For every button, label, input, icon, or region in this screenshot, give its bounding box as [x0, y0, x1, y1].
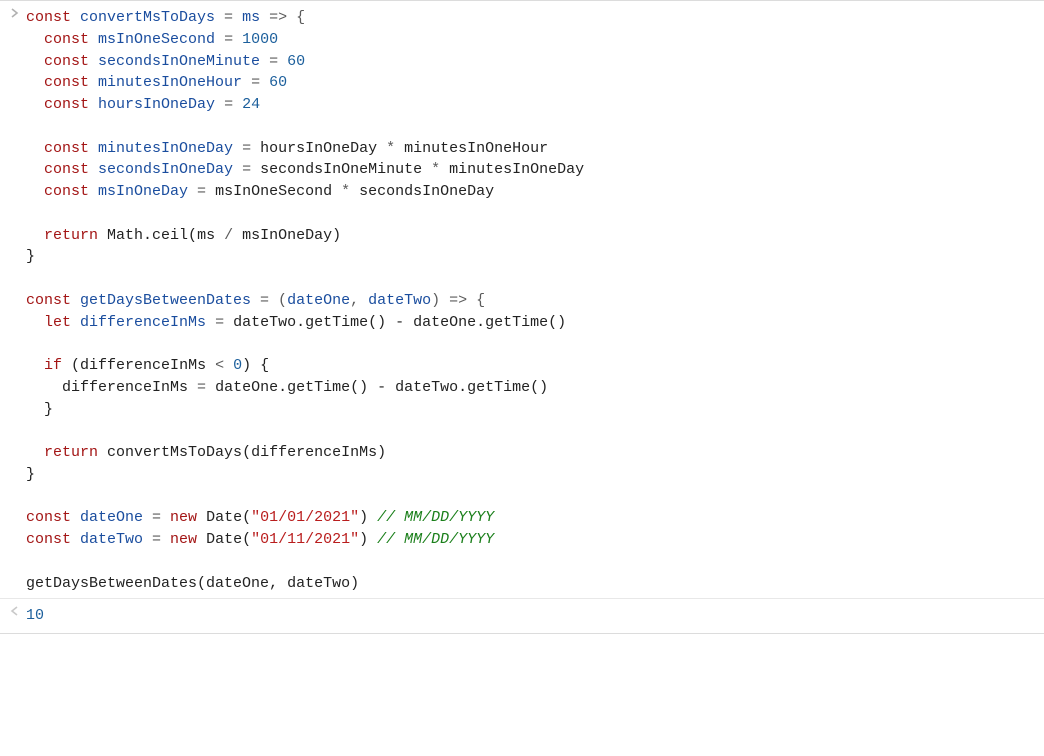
- code-line: const dateTwo = new Date("01/11/2021") /…: [26, 529, 1040, 551]
- code-line: const minutesInOneDay = hoursInOneDay * …: [26, 138, 1040, 160]
- output-row: 10: [0, 598, 1044, 629]
- code-line: differenceInMs = dateOne.getTime() - dat…: [26, 377, 1040, 399]
- code-line: getDaysBetweenDates(dateOne, dateTwo): [26, 573, 1040, 595]
- code-line: const minutesInOneHour = 60: [26, 72, 1040, 94]
- code-line: }: [26, 464, 1040, 486]
- code-line: }: [26, 246, 1040, 268]
- code-line: [26, 420, 1040, 442]
- code-line: const getDaysBetweenDates = (dateOne, da…: [26, 290, 1040, 312]
- code-line: [26, 333, 1040, 355]
- code-line: }: [26, 399, 1040, 421]
- output-prompt-icon: [4, 603, 26, 616]
- code-line: const dateOne = new Date("01/01/2021") /…: [26, 507, 1040, 529]
- code-line: [26, 486, 1040, 508]
- code-line: [26, 268, 1040, 290]
- code-line: const msInOneDay = msInOneSecond * secon…: [26, 181, 1040, 203]
- code-line: [26, 551, 1040, 573]
- code-line: const msInOneSecond = 1000: [26, 29, 1040, 51]
- code-line: [26, 116, 1040, 138]
- console-panel: const convertMsToDays = ms => { const ms…: [0, 0, 1044, 634]
- code-line: return Math.ceil(ms / msInOneDay): [26, 225, 1040, 247]
- code-line: return convertMsToDays(differenceInMs): [26, 442, 1040, 464]
- code-line: let differenceInMs = dateTwo.getTime() -…: [26, 312, 1040, 334]
- code-line: const secondsInOneDay = secondsInOneMinu…: [26, 159, 1040, 181]
- input-prompt-icon: [4, 5, 26, 18]
- output-value: 10: [26, 603, 1040, 629]
- code-line: const secondsInOneMinute = 60: [26, 51, 1040, 73]
- code-line: const hoursInOneDay = 24: [26, 94, 1040, 116]
- code-line: [26, 203, 1040, 225]
- code-input[interactable]: const convertMsToDays = ms => { const ms…: [26, 5, 1040, 596]
- code-line: const convertMsToDays = ms => {: [26, 7, 1040, 29]
- code-line: if (differenceInMs < 0) {: [26, 355, 1040, 377]
- input-row[interactable]: const convertMsToDays = ms => { const ms…: [0, 5, 1044, 596]
